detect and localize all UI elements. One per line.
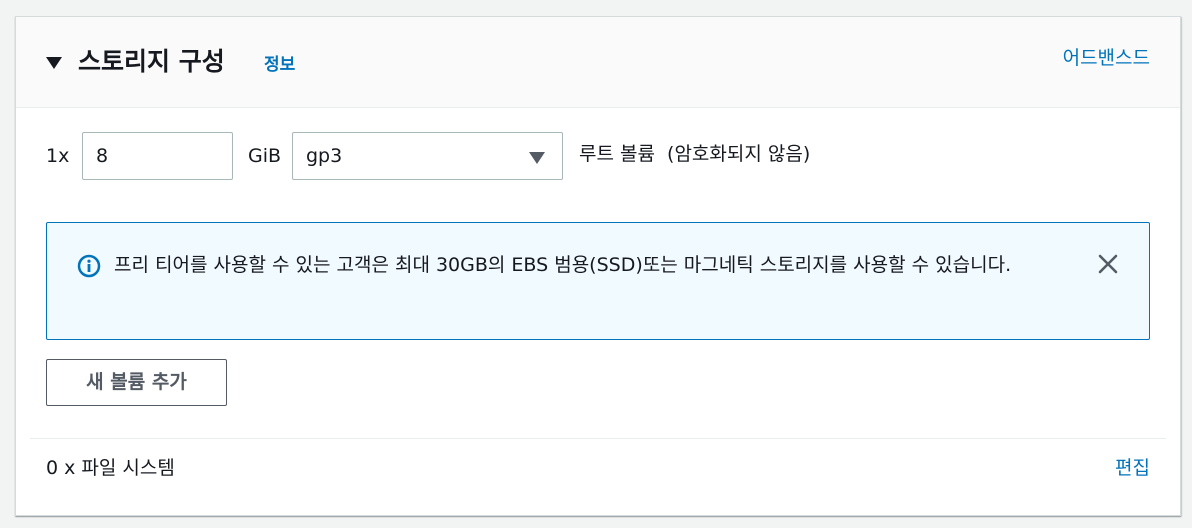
info-link[interactable]: 정보 — [264, 53, 295, 77]
close-icon[interactable] — [1097, 253, 1119, 279]
storage-config-panel: 스토리지 구성 정보 어드밴스드 1x 8 GiB gp3 루트 볼륨 (암호화… — [15, 16, 1181, 516]
volume-size-unit: GiB — [248, 145, 282, 167]
root-volume-description: 루트 볼륨 (암호화되지 않음) — [579, 143, 811, 165]
volume-type-value: gp3 — [306, 145, 343, 167]
volume-size-value: 8 — [96, 145, 109, 167]
divider — [30, 438, 1166, 439]
advanced-link[interactable]: 어드밴스드 — [1063, 45, 1150, 71]
volume-type-select[interactable]: gp3 — [292, 132, 563, 180]
edit-file-systems-link[interactable]: 편집 — [1115, 455, 1150, 481]
alert-message: 프리 티어를 사용할 수 있는 고객은 최대 30GB의 EBS 범용(SSD)… — [114, 254, 1012, 276]
add-volume-button[interactable]: 새 볼륨 추가 — [46, 359, 227, 406]
free-tier-info-alert: 프리 티어를 사용할 수 있는 고객은 최대 30GB의 EBS 범용(SSD)… — [46, 222, 1150, 340]
dropdown-caret-icon — [529, 152, 545, 164]
section-title[interactable]: 스토리지 구성 — [78, 45, 225, 79]
collapse-caret-icon[interactable] — [46, 57, 62, 69]
panel-header: 스토리지 구성 정보 어드밴스드 — [16, 17, 1180, 108]
info-circle-icon — [77, 254, 101, 282]
volume-count-label: 1x — [46, 145, 70, 167]
volume-size-input[interactable]: 8 — [82, 132, 233, 180]
file-systems-label: 0 x 파일 시스템 — [46, 457, 175, 479]
